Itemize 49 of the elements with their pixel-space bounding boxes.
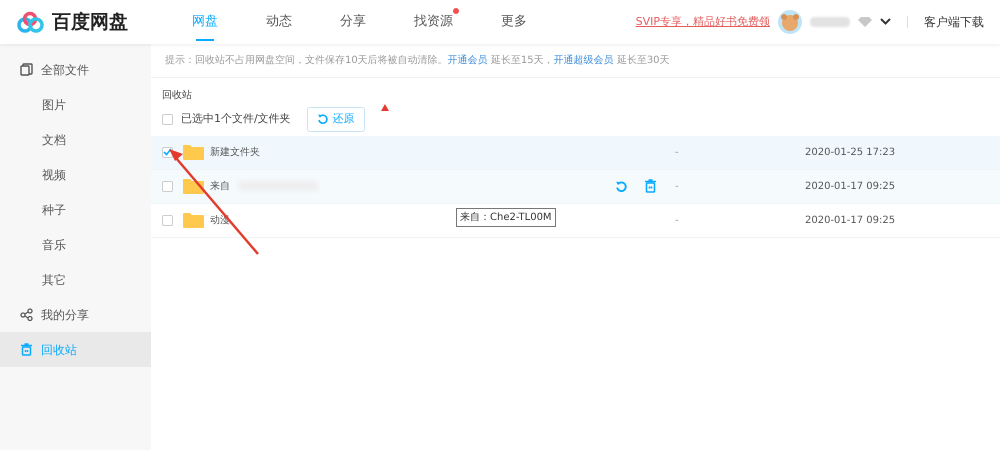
deleted-date: 2020-01-17 09:25 <box>805 180 896 194</box>
file-size: - <box>674 214 680 228</box>
file-row[interactable]: 新建文件夹 - 2020-01-25 17:23 <box>151 136 1000 170</box>
folder-icon <box>183 144 204 160</box>
sidebar-item[interactable]: 音乐 <box>0 227 151 262</box>
redacted-username <box>810 17 850 27</box>
diamond-icon <box>858 17 872 27</box>
checkbox[interactable] <box>162 146 173 158</box>
breadcrumb-text: 回收站 <box>161 88 193 103</box>
file-name[interactable]: 新建文件夹 <box>210 144 260 160</box>
file-name[interactable]: 来自 <box>210 178 230 194</box>
sidebar-item[interactable]: 其它 <box>0 262 151 297</box>
nav-tab[interactable]: 动态 <box>266 2 292 42</box>
nav-tab[interactable]: 分享 <box>340 2 366 42</box>
sidebar-item[interactable]: 我的分享 <box>0 297 151 332</box>
sidebar-item[interactable]: 种子 <box>0 192 151 227</box>
notice-link[interactable]: 开通会员 <box>448 53 488 68</box>
dropdown-caret-icon[interactable] <box>880 18 891 26</box>
file-size: - <box>674 146 680 160</box>
avatar-icon[interactable] <box>778 10 802 34</box>
notice-text: 提示：回收站不占用网盘空间，文件保存10天后将被自动清除。开通会员 延长至15天，开通超级会员 延长至30天 <box>151 44 1000 78</box>
deleted-date: 2020-01-25 17:23 <box>805 146 896 160</box>
nav-tab[interactable]: 更多 <box>501 2 527 42</box>
folder-icon <box>183 212 204 228</box>
logo-text: 百度网盘 <box>52 10 128 35</box>
file-size: - <box>674 180 680 194</box>
sidebar-item[interactable]: 全部文件 <box>0 52 151 87</box>
file-row[interactable]: 来自 - 2020-01-17 09:25 <box>151 170 1000 204</box>
checkbox[interactable] <box>162 180 173 192</box>
annotation-marker <box>381 104 389 111</box>
client-download-link[interactable]: 客户端下载 <box>924 13 984 31</box>
promo-link[interactable]: SVIP专享，精品好书免费领 <box>636 14 770 30</box>
share-icon <box>20 308 33 321</box>
notice-link[interactable]: 开通超级会员 <box>554 53 614 68</box>
selection-count-text: 已选中1个文件/文件夹 <box>181 111 291 127</box>
nav-tab[interactable]: 找资源 <box>414 2 453 42</box>
tooltip: 来自：Che2-TL00M <box>456 208 556 227</box>
files-icon <box>20 63 33 76</box>
delete-icon[interactable] <box>644 179 657 193</box>
sidebar-item[interactable]: 图片 <box>0 87 151 122</box>
restore-icon[interactable] <box>615 180 628 192</box>
checkbox[interactable] <box>162 214 173 226</box>
restore-icon <box>316 113 329 126</box>
trash-icon <box>20 343 33 356</box>
cloud-logo-icon <box>16 11 44 33</box>
sidebar-item[interactable]: 文档 <box>0 122 151 157</box>
deleted-date: 2020-01-17 09:25 <box>805 214 896 228</box>
sidebar-item[interactable]: 视频 <box>0 157 151 192</box>
checkbox[interactable] <box>162 114 173 125</box>
